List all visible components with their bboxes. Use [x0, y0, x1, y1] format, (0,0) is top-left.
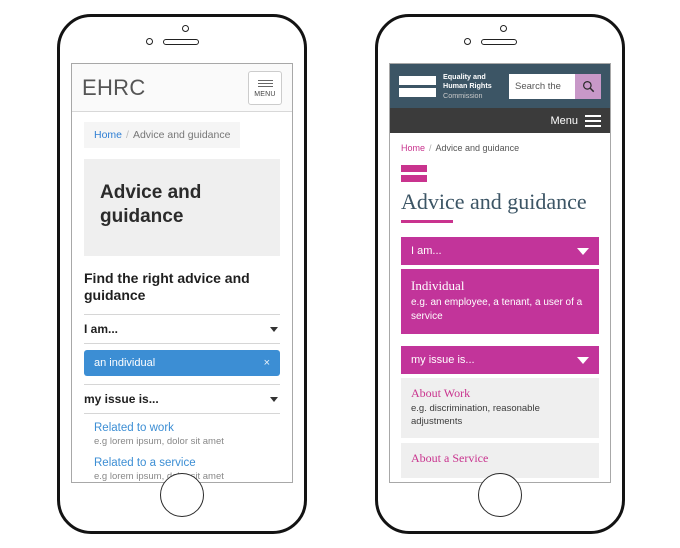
logo-line-2: Human Rights	[443, 81, 492, 91]
right-phone-screen: Equality and Human Rights Commission Sea…	[389, 63, 611, 483]
left-hero-banner: Advice and guidance	[84, 159, 280, 256]
left-results-list: Related to work e.g lorem ipsum, dolor s…	[84, 414, 280, 482]
result-title[interactable]: Related to a service	[94, 457, 280, 469]
result-title[interactable]: Related to work	[94, 422, 280, 434]
selected-value-chip[interactable]: an individual ×	[84, 349, 280, 376]
logo-line-3: Commission	[443, 90, 483, 100]
ehrc-logo-text: Equality and Human Rights Commission	[443, 72, 492, 101]
page-title: Advice and guidance	[401, 189, 587, 214]
search-button[interactable]	[575, 73, 601, 99]
right-menu-bar[interactable]: Menu	[390, 108, 610, 133]
left-menu-label: MENU	[254, 90, 276, 98]
title-underline	[401, 220, 453, 224]
search-icon	[582, 80, 594, 92]
selected-option-description: e.g. an employee, a tenant, a user of a …	[411, 297, 583, 322]
left-content: Home / Advice and guidance Advice and guid…	[72, 112, 292, 482]
hamburger-icon	[257, 78, 273, 89]
equals-mark-icon	[401, 165, 427, 182]
phone-top-bezel	[378, 17, 622, 59]
hamburger-icon[interactable]	[585, 114, 601, 127]
camera-icon	[500, 25, 507, 32]
selected-option-title: Individual	[411, 278, 465, 294]
item-title: About a Service	[411, 450, 489, 465]
search-input[interactable]: Search the	[509, 74, 575, 99]
home-button[interactable]	[160, 473, 204, 517]
breadcrumb-home-link[interactable]: Home	[94, 129, 122, 141]
breadcrumb-separator: /	[429, 143, 432, 153]
breadcrumb: Home / Advice and guidance	[401, 143, 599, 153]
equals-mark-icon	[399, 75, 436, 97]
close-icon[interactable]: ×	[264, 357, 270, 369]
right-site-header: Equality and Human Rights Commission Sea…	[390, 64, 610, 108]
list-item[interactable]: About Work e.g. discrimination, reasonab…	[401, 378, 599, 438]
dropdown-my-issue[interactable]: my issue is...	[401, 346, 599, 375]
ehrc-logo[interactable]: Equality and Human Rights Commission	[399, 72, 492, 101]
home-button[interactable]	[478, 473, 522, 517]
page-title: Advice and guidance	[100, 182, 202, 228]
caret-down-icon	[270, 326, 278, 332]
left-subheading: Find the right advice and guidance	[84, 269, 250, 303]
left-phone-screen: EHRC MENU Home / Advice and guidance Advic…	[71, 63, 293, 483]
select-i-am-label: I am...	[84, 321, 119, 336]
select-i-am[interactable]: I am...	[84, 313, 280, 344]
select-my-issue-label: my issue is...	[84, 391, 159, 406]
phone-top-bezel	[60, 17, 304, 59]
selected-value-label: an individual	[94, 356, 156, 369]
left-logo: EHRC	[82, 74, 146, 100]
result-description: e.g lorem ipsum, dolor sit amet	[94, 435, 224, 447]
dropdown-i-am[interactable]: I am...	[401, 237, 599, 266]
sensor-icon	[464, 38, 471, 45]
caret-down-icon	[270, 396, 278, 402]
list-item[interactable]: Related to work e.g lorem ipsum, dolor s…	[84, 422, 280, 447]
right-content: Home / Advice and guidance Advice and guid…	[390, 133, 610, 478]
breadcrumb-home-link[interactable]: Home	[401, 143, 425, 153]
breadcrumb-current: Advice and guidance	[132, 129, 231, 141]
speaker-grille	[481, 39, 517, 45]
dropdown-i-am-label: I am...	[411, 245, 442, 258]
camera-icon	[182, 25, 189, 32]
breadcrumb: Home / Advice and guidance	[84, 122, 241, 148]
phone-mockup-left: EHRC MENU Home / Advice and guidance Advic…	[57, 14, 307, 534]
select-my-issue[interactable]: my issue is...	[84, 383, 280, 414]
caret-down-icon	[577, 356, 589, 364]
sensor-icon	[146, 38, 153, 45]
speaker-grille	[163, 39, 199, 45]
breadcrumb-separator: /	[126, 129, 129, 141]
selected-option[interactable]: Individual e.g. an employee, a tenant, a…	[401, 269, 599, 335]
logo-line-1: Equality and	[443, 71, 486, 81]
left-site-header: EHRC MENU	[72, 64, 292, 112]
dropdown-my-issue-label: my issue is...	[411, 354, 475, 367]
breadcrumb-current: Advice and guidance	[435, 143, 520, 153]
item-title: About Work	[411, 386, 471, 401]
search-box[interactable]: Search the	[509, 73, 601, 99]
left-menu-button[interactable]: MENU	[248, 70, 282, 105]
caret-down-icon	[577, 247, 589, 255]
menu-label: Menu	[550, 114, 578, 127]
phone-mockup-right: Equality and Human Rights Commission Sea…	[375, 14, 625, 534]
item-description: e.g. discrimination, reasonable adjustme…	[411, 403, 540, 427]
